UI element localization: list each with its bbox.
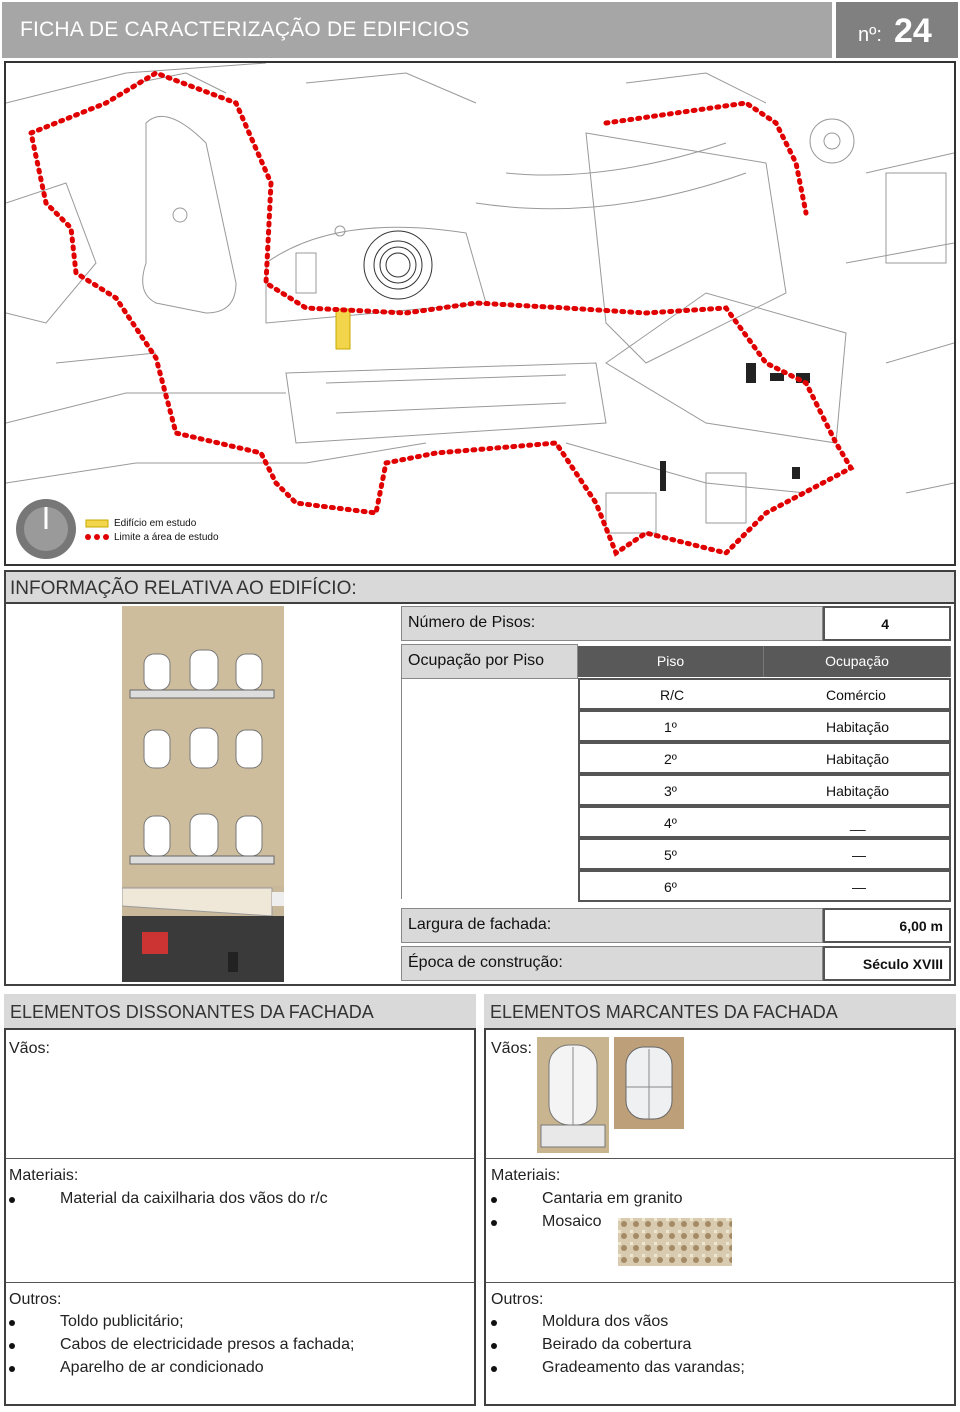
window-photo [614, 1037, 684, 1129]
list-item: Cabos de electricidade presos a fachada; [60, 1336, 355, 1353]
list-item: Cantaria em granito [542, 1190, 683, 1207]
table-row: 2º Habitação [578, 742, 951, 774]
page-title: FICHA DE CARACTERIZAÇÃO DE EDIFICIOS [20, 18, 470, 41]
divider [486, 1158, 954, 1159]
window-photo [537, 1037, 609, 1153]
row-piso: 3º [664, 783, 677, 799]
row-piso: 4º [664, 815, 677, 831]
table-row: 4º __ [578, 806, 951, 838]
bullet-icon [491, 1220, 497, 1226]
bullet-icon [9, 1197, 15, 1203]
row-piso: 6º [664, 879, 677, 895]
floors-label: Número de Pisos: [401, 606, 823, 641]
row-ocupacao: Habitação [826, 719, 890, 735]
divider [6, 1158, 474, 1159]
location-map: Edifício em estudo Limite a área de estu… [4, 61, 956, 566]
marking-vaos-label: Vãos: [491, 1040, 532, 1057]
bullet-icon [491, 1343, 497, 1349]
divider [486, 1282, 954, 1283]
dissonant-outros-label: Outros: [9, 1291, 62, 1308]
list-item: Toldo publicitário; [60, 1313, 184, 1330]
dissonant-title: ELEMENTOS DISSONANTES DA FACHADA [4, 994, 476, 1030]
table-row: 3º Habitação [578, 774, 951, 806]
marking-outros-label: Outros: [491, 1291, 544, 1308]
dissonant-materiais-label: Materiais: [9, 1167, 79, 1184]
construction-era-value: Século XVIII [823, 946, 951, 981]
mosaic-swatch [618, 1218, 732, 1266]
info-section-title: INFORMAÇÃO RELATIVA AO EDIFÍCIO: [10, 578, 357, 599]
marking-materiais-label: Materiais: [491, 1167, 561, 1184]
dissonant-vaos-label: Vãos: [9, 1040, 50, 1057]
table-row: 1º Habitação [578, 710, 951, 742]
table-header-piso: Piso [578, 646, 764, 677]
construction-era-label: Época de construção: [401, 946, 823, 981]
floors-value: 4 [823, 606, 951, 641]
list-item: Beirado da cobertura [542, 1336, 692, 1353]
bullet-icon [9, 1320, 15, 1326]
legend-building-label: Edifício em estudo [114, 518, 197, 529]
row-piso: R/C [660, 687, 685, 703]
table-row: 5º — [578, 838, 951, 870]
row-ocupacao: Habitação [826, 751, 890, 767]
map-drawing [6, 63, 954, 564]
facade-width-label: Largura de fachada: [401, 908, 823, 943]
list-item: Material da caixilharia dos vãos do r/c [60, 1190, 328, 1207]
facade-photo [122, 606, 284, 982]
bullet-icon [491, 1366, 497, 1372]
number-label: nº: [858, 24, 882, 46]
marking-title: ELEMENTOS MARCANTES DA FACHADA [484, 994, 956, 1030]
table-row: R/C Comércio [578, 678, 951, 710]
divider [6, 1282, 474, 1283]
row-ocupacao: — [852, 847, 866, 863]
list-item: Gradeamento das varandas; [542, 1359, 745, 1376]
row-piso: 5º [664, 847, 677, 863]
row-ocupacao: — [852, 879, 866, 895]
row-ocupacao: Habitação [826, 783, 890, 799]
occupancy-label: Ocupação por Piso [401, 644, 578, 679]
bullet-icon [491, 1197, 497, 1203]
occupancy-label-filler [401, 679, 578, 899]
list-item: Moldura dos vãos [542, 1313, 669, 1330]
facade-width-value: 6,00 m [823, 908, 951, 943]
bullet-icon [9, 1366, 15, 1372]
list-item: Mosaico [542, 1213, 602, 1230]
row-piso: 1º [664, 719, 677, 735]
sheet-number: 24 [894, 12, 932, 50]
bullet-icon [491, 1320, 497, 1326]
table-row: 6º — [578, 870, 951, 902]
legend-limit-label: Limite a área de estudo [114, 532, 219, 543]
row-ocupacao: __ [850, 815, 866, 831]
list-item: Aparelho de ar condicionado [60, 1359, 264, 1376]
row-piso: 2º [664, 751, 677, 767]
table-header-ocupacao: Ocupação [764, 646, 951, 677]
row-ocupacao: Comércio [826, 687, 886, 703]
bullet-icon [9, 1343, 15, 1349]
